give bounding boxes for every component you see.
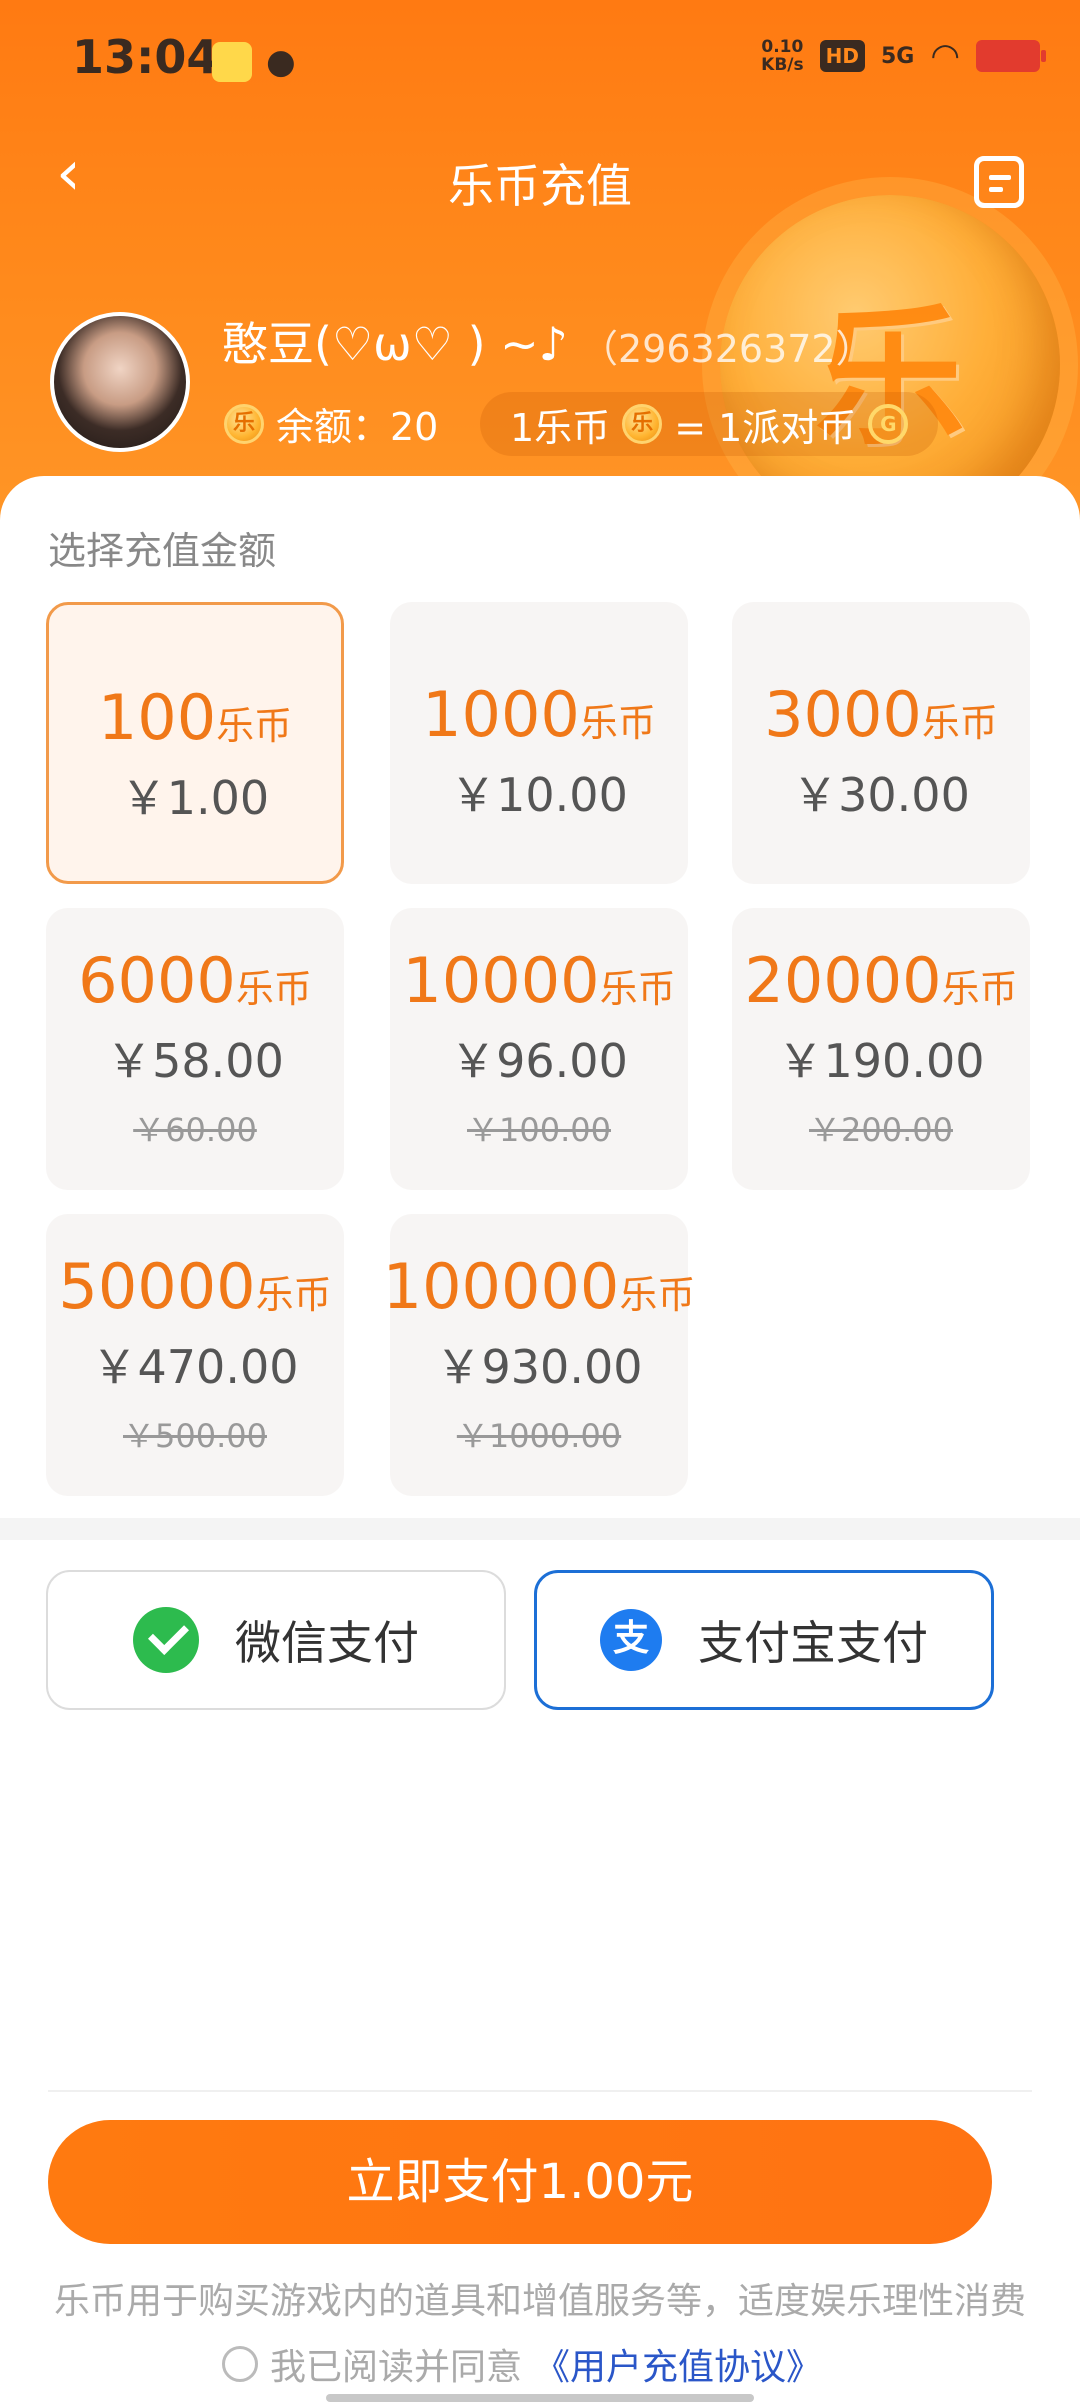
agreement-row: 我已阅读并同意 《用户充值协议》 (222, 2338, 822, 2390)
alipay-icon: 支 (600, 1609, 662, 1671)
party-coin-icon: G (868, 404, 909, 444)
recharge-agreement-link[interactable]: 《用户充值协议》 (534, 2338, 822, 2390)
package-option-20000[interactable]: 20000乐币 ￥190.00 ￥200.00 (732, 908, 1030, 1190)
package-option-6000[interactable]: 6000乐币 ￥58.00 ￥60.00 (46, 908, 344, 1190)
pay-now-button[interactable]: 立即支付1.00元 (48, 2120, 992, 2244)
lebi-coin-icon: 乐 (224, 403, 264, 444)
user-name: 憨豆(♡ω♡ ) ~♪ (222, 317, 569, 371)
wechat-pay-button[interactable]: 微信支付 (46, 1570, 506, 1710)
wechat-notification-icon: ● (266, 42, 296, 82)
original-price: ￥200.00 (809, 1111, 953, 1149)
original-price: ￥100.00 (467, 1111, 611, 1149)
status-time: 13:04 (72, 30, 219, 84)
exchange-rate-pill: 1乐币 乐 = 1派对币 G (480, 392, 939, 456)
battery-icon (976, 40, 1046, 72)
section-divider (0, 1518, 1080, 1540)
home-indicator (326, 2394, 754, 2402)
lebi-coin-icon: 乐 (622, 404, 663, 444)
status-bar: 13:04 ● 0.10 KB/s HD 5G ◠ (0, 0, 1080, 120)
balance-text: 余额：20 (276, 405, 439, 449)
avatar (50, 312, 190, 452)
footer-divider (48, 2090, 1032, 2092)
page-title: 乐币充值 (448, 159, 632, 213)
notification-app-icon (212, 42, 252, 82)
section-label: 选择充值金额 (48, 529, 277, 573)
package-option-10000[interactable]: 10000乐币 ￥96.00 ￥100.00 (390, 908, 688, 1190)
alipay-button[interactable]: 支 支付宝支付 (534, 1570, 994, 1710)
network-speed: 0.10 KB/s (761, 37, 804, 75)
original-price: ￥500.00 (123, 1417, 267, 1455)
original-price: ￥1000.00 (456, 1417, 622, 1455)
package-option-1000[interactable]: 1000乐币 ￥10.00 (390, 602, 688, 884)
wechat-icon (133, 1607, 199, 1673)
package-option-3000[interactable]: 3000乐币 ￥30.00 (732, 602, 1030, 884)
hd-icon: HD (819, 40, 865, 72)
agree-text: 我已阅读并同意 (270, 2347, 523, 2388)
wifi-icon: ◠ (930, 36, 960, 76)
status-indicators: 0.10 KB/s HD 5G ◠ (761, 36, 1046, 76)
package-option-100[interactable]: 100乐币 ￥1.00 (46, 602, 344, 884)
agree-checkbox[interactable] (222, 2346, 258, 2382)
signal-icon: 5G (880, 43, 915, 69)
user-id: （296326372） (580, 327, 874, 371)
recharge-record-icon[interactable] (974, 156, 1024, 208)
original-price: ￥60.00 (133, 1111, 257, 1149)
balance: 乐 余额：20 (224, 396, 438, 451)
disclaimer-text: 乐币用于购买游戏内的道具和增值服务等，适度娱乐理性消费 (53, 2281, 1026, 2322)
package-option-50000[interactable]: 50000乐币 ￥470.00 ￥500.00 (46, 1214, 344, 1496)
package-option-100000[interactable]: 100000乐币 ￥930.00 ￥1000.00 (383, 1214, 695, 1496)
